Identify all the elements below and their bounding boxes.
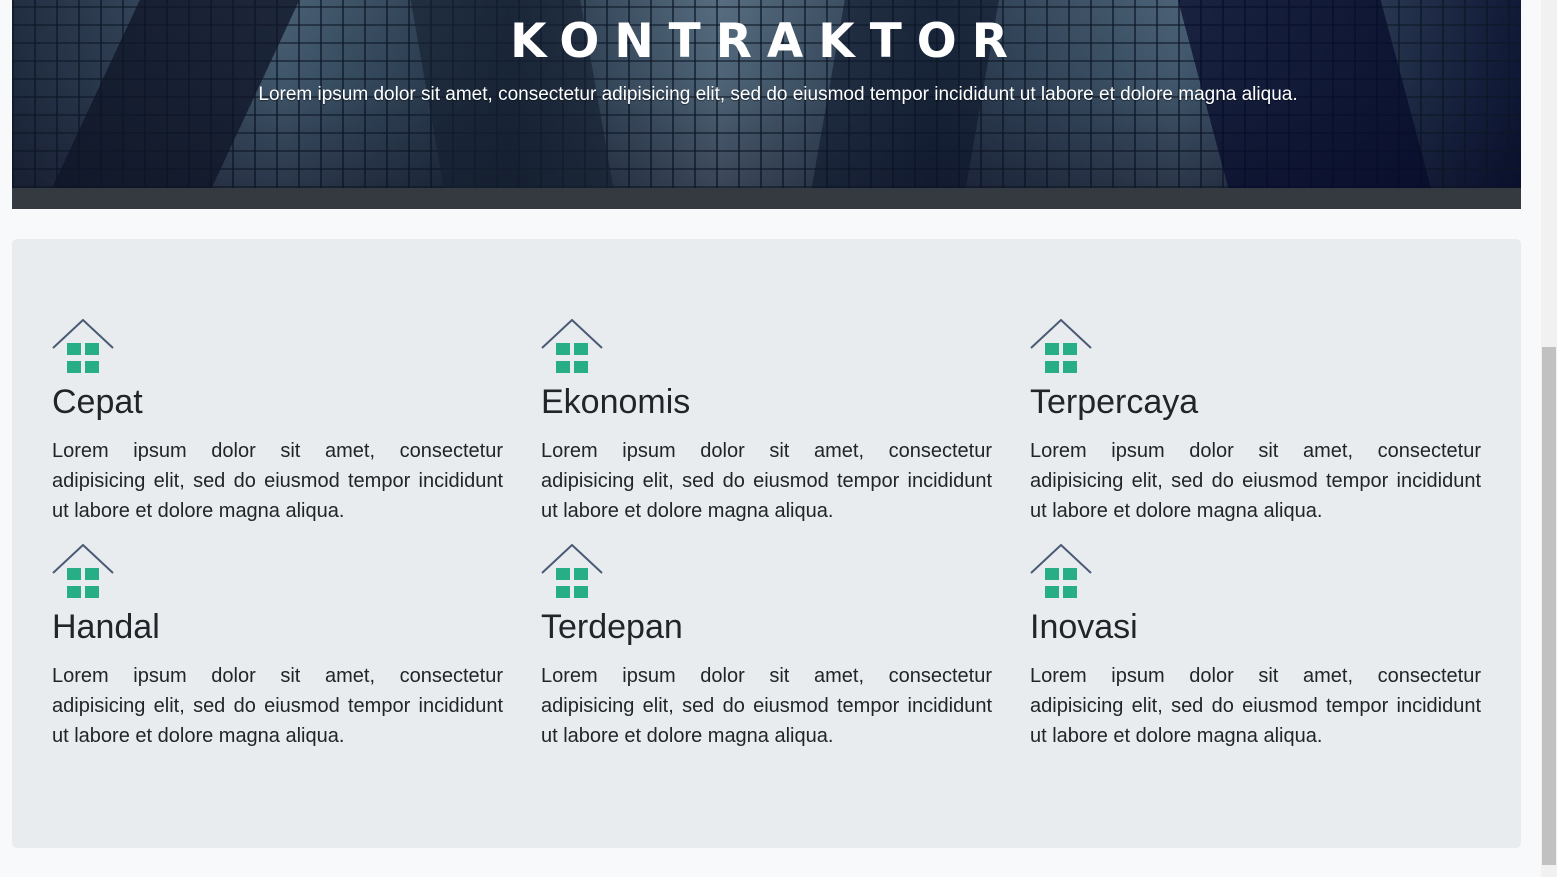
feature-title: Cepat xyxy=(52,383,143,421)
hero-bottom-bar xyxy=(12,188,1521,209)
feature-card-terpercaya: Terpercaya Lorem ipsum dolor sit amet, c… xyxy=(1030,319,1481,522)
feature-description: Lorem ipsum dolor sit amet, consectetur … xyxy=(52,440,503,522)
vertical-scrollbar[interactable] xyxy=(1541,0,1557,877)
landing-page: KONTRAKTOR Lorem ipsum dolor sit amet, c… xyxy=(0,0,1557,877)
house-icon xyxy=(52,544,114,598)
house-icon xyxy=(1030,319,1092,373)
feature-card-ekonomis: Ekonomis Lorem ipsum dolor sit amet, con… xyxy=(541,319,992,522)
feature-title: Terdepan xyxy=(541,608,683,646)
hero-title: KONTRAKTOR xyxy=(510,14,1023,70)
feature-title: Inovasi xyxy=(1030,608,1138,646)
feature-description: Lorem ipsum dolor sit amet, consectetur … xyxy=(1030,665,1481,747)
feature-title: Ekonomis xyxy=(541,383,691,421)
house-icon xyxy=(541,544,603,598)
house-icon xyxy=(541,319,603,373)
feature-description: Lorem ipsum dolor sit amet, consectetur … xyxy=(541,665,992,747)
feature-card-handal: Handal Lorem ipsum dolor sit amet, conse… xyxy=(52,544,503,747)
house-icon xyxy=(1030,544,1092,598)
hero-subtitle: Lorem ipsum dolor sit amet, consectetur … xyxy=(258,84,1298,105)
feature-description: Lorem ipsum dolor sit amet, consectetur … xyxy=(541,440,992,522)
feature-title: Terpercaya xyxy=(1030,383,1199,421)
feature-description: Lorem ipsum dolor sit amet, consectetur … xyxy=(52,665,503,747)
feature-card-terdepan: Terdepan Lorem ipsum dolor sit amet, con… xyxy=(541,544,992,747)
feature-card-inovasi: Inovasi Lorem ipsum dolor sit amet, cons… xyxy=(1030,544,1481,747)
house-icon xyxy=(52,319,114,373)
features-section: Cepat Lorem ipsum dolor sit amet, consec… xyxy=(12,239,1521,848)
hero-banner: KONTRAKTOR Lorem ipsum dolor sit amet, c… xyxy=(12,0,1521,188)
feature-description: Lorem ipsum dolor sit amet, consectetur … xyxy=(1030,440,1481,522)
feature-card-cepat: Cepat Lorem ipsum dolor sit amet, consec… xyxy=(52,319,503,522)
scrollbar-thumb[interactable] xyxy=(1542,347,1556,865)
feature-title: Handal xyxy=(52,608,160,646)
features-grid: Cepat Lorem ipsum dolor sit amet, consec… xyxy=(52,319,1482,747)
